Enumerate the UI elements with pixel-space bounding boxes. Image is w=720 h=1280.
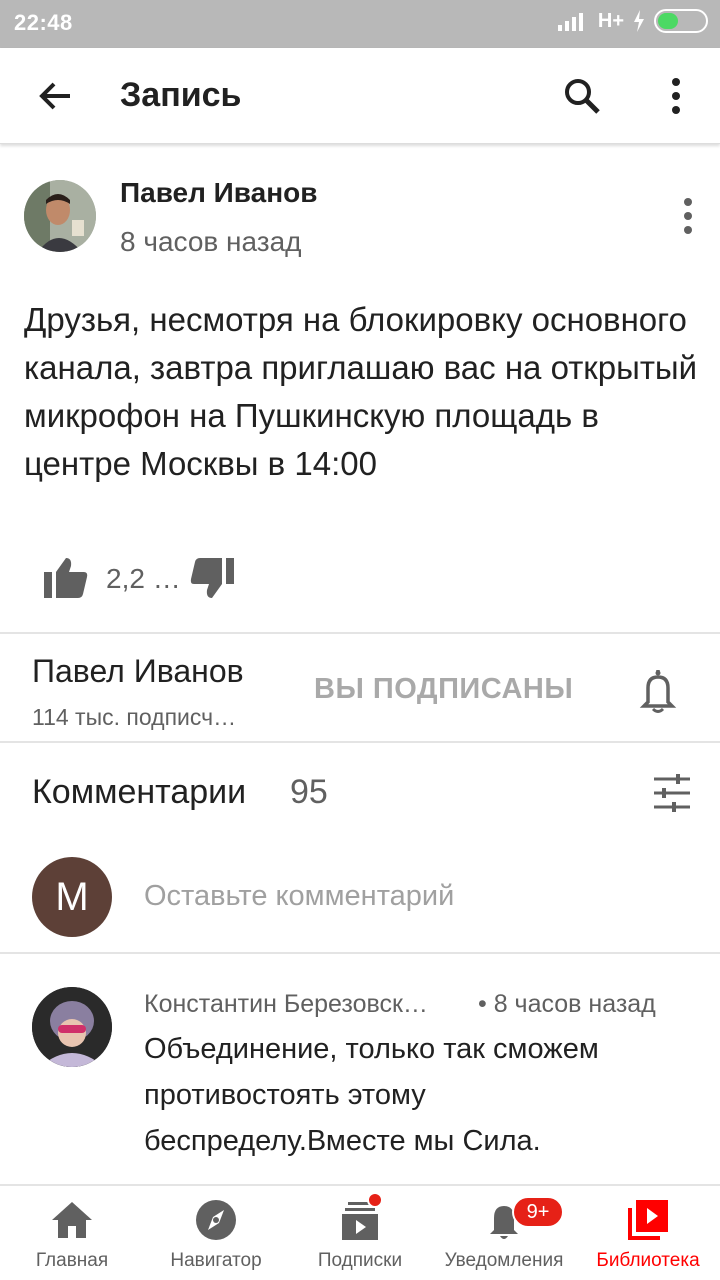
comments-count: 95: [290, 773, 328, 811]
subscriber-count: 114 тыс. подписч…: [32, 704, 237, 730]
home-icon: [52, 1202, 92, 1238]
more-vert-icon[interactable]: [654, 74, 698, 118]
signal-icon: [557, 13, 583, 31]
author-avatar[interactable]: [24, 180, 96, 252]
nav-library[interactable]: Библиотека: [576, 1186, 720, 1280]
comment-text: Объединение, только так сможем противост…: [144, 1033, 599, 1157]
nav-home[interactable]: Главная: [0, 1186, 144, 1280]
nav-label: Подписки: [317, 1250, 403, 1271]
comment-timestamp: • 8 часов назад: [478, 990, 656, 1018]
page-title: Запись: [120, 76, 242, 114]
channel-name[interactable]: Павел Иванов: [32, 653, 244, 690]
post-timestamp: 8 часов назад: [120, 226, 302, 257]
library-icon: [628, 1200, 668, 1240]
nav-label: Уведомления: [444, 1250, 564, 1271]
nav-label: Главная: [35, 1250, 109, 1271]
post-body: Друзья, несмотря на блокировку основного…: [24, 301, 698, 482]
notification-badge: 9+: [512, 1196, 564, 1228]
battery-icon: [654, 9, 708, 33]
comment-author[interactable]: Константин Березовск…: [144, 990, 428, 1019]
like-icon[interactable]: [40, 556, 92, 600]
bottom-navigation: Главная Навигатор Подписки Уведомления Б…: [0, 1184, 720, 1280]
back-arrow-icon[interactable]: [34, 74, 78, 118]
network-type: H+: [597, 9, 624, 32]
subscribe-button[interactable]: ВЫ ПОДПИСАНЫ: [314, 673, 573, 706]
post-author-name[interactable]: Павел Иванов: [120, 177, 317, 209]
status-bar: 22:48 H+: [0, 0, 720, 48]
divider: [0, 952, 720, 954]
nav-explore[interactable]: Навигатор: [144, 1186, 288, 1280]
notification-bell-icon[interactable]: [636, 668, 680, 714]
status-time: 22:48: [14, 10, 73, 35]
commenter-avatar[interactable]: [32, 987, 112, 1067]
sort-icon[interactable]: [652, 773, 692, 813]
dislike-icon[interactable]: [186, 556, 238, 602]
divider: [0, 632, 720, 634]
status-icons: H+: [556, 9, 708, 33]
nav-label: Навигатор: [170, 1250, 262, 1271]
like-count: 2,2 …: [106, 563, 181, 594]
current-user-avatar[interactable]: М: [32, 857, 112, 937]
comments-title: Комментарии: [32, 773, 247, 811]
post-menu-icon[interactable]: [666, 194, 710, 238]
search-icon[interactable]: [560, 74, 604, 118]
nav-label: Библиотека: [596, 1250, 700, 1271]
new-content-dot: [367, 1192, 383, 1208]
charging-icon: [634, 10, 644, 32]
compass-icon: [196, 1200, 236, 1240]
nav-subscriptions[interactable]: Подписки: [288, 1186, 432, 1280]
divider: [0, 741, 720, 743]
app-bar: Запись: [0, 48, 720, 144]
comment-input[interactable]: Оставьте комментарий: [144, 880, 454, 913]
